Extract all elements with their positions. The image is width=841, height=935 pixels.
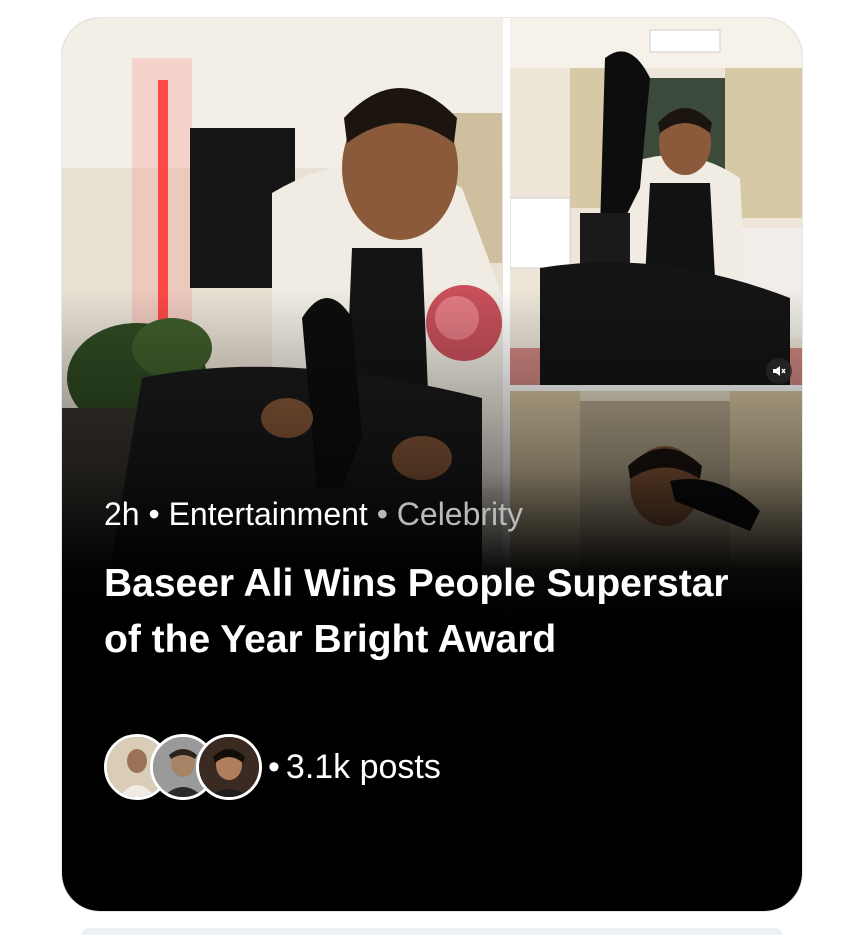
post-meta: 2h • Entertainment • Celebrity [104, 496, 523, 533]
posts-separator: • [268, 747, 280, 786]
post-time: 2h [104, 496, 140, 532]
meta-separator: • [148, 496, 160, 532]
avatar [196, 734, 262, 800]
engagement-row[interactable]: • 3.1k posts [104, 734, 441, 800]
meta-separator: • [376, 496, 388, 532]
avatar-stack [104, 734, 262, 800]
headline[interactable]: Baseer Ali Wins People Superstar of the … [104, 556, 764, 668]
trending-news-card[interactable]: 2h • Entertainment • Celebrity Baseer Al… [62, 18, 802, 911]
next-card-edge [82, 928, 782, 935]
speaker-muted-icon[interactable] [766, 358, 792, 384]
post-category: Entertainment [168, 496, 368, 532]
posts-count: 3.1k posts [285, 747, 441, 786]
post-subcategory: Celebrity [396, 496, 524, 532]
